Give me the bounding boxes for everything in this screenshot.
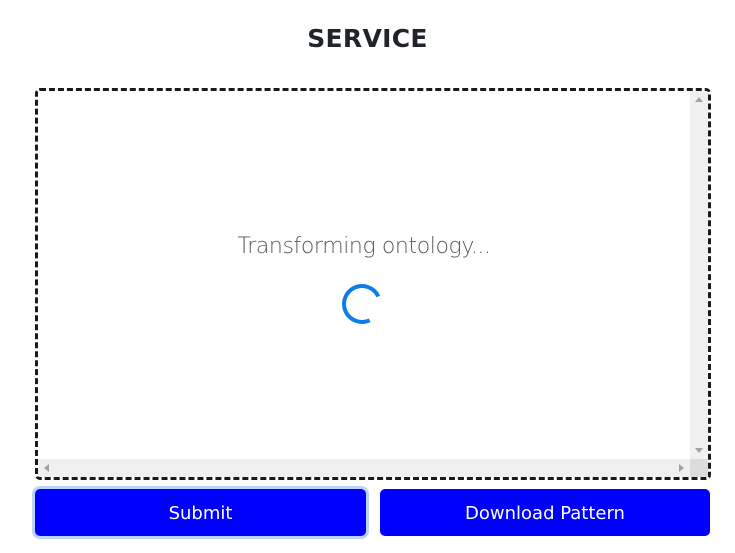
page-title: SERVICE bbox=[307, 24, 428, 53]
vertical-scrollbar[interactable] bbox=[690, 91, 708, 459]
download-pattern-button[interactable]: Download Pattern bbox=[380, 489, 710, 536]
horizontal-scrollbar[interactable] bbox=[38, 459, 690, 477]
scroll-down-icon[interactable] bbox=[695, 448, 703, 453]
scroll-left-icon[interactable] bbox=[44, 464, 49, 472]
loading-status-text: Transforming ontology... bbox=[237, 234, 491, 259]
scroll-up-icon[interactable] bbox=[695, 97, 703, 102]
scrollbar-corner bbox=[690, 459, 708, 477]
output-panel: Transforming ontology... bbox=[35, 88, 711, 480]
output-content: Transforming ontology... bbox=[38, 91, 690, 459]
loading-spinner-icon bbox=[336, 278, 388, 330]
service-page: SERVICE Transforming ontology... Submit … bbox=[0, 0, 735, 553]
scroll-right-icon[interactable] bbox=[679, 464, 684, 472]
submit-button[interactable]: Submit bbox=[35, 489, 366, 536]
